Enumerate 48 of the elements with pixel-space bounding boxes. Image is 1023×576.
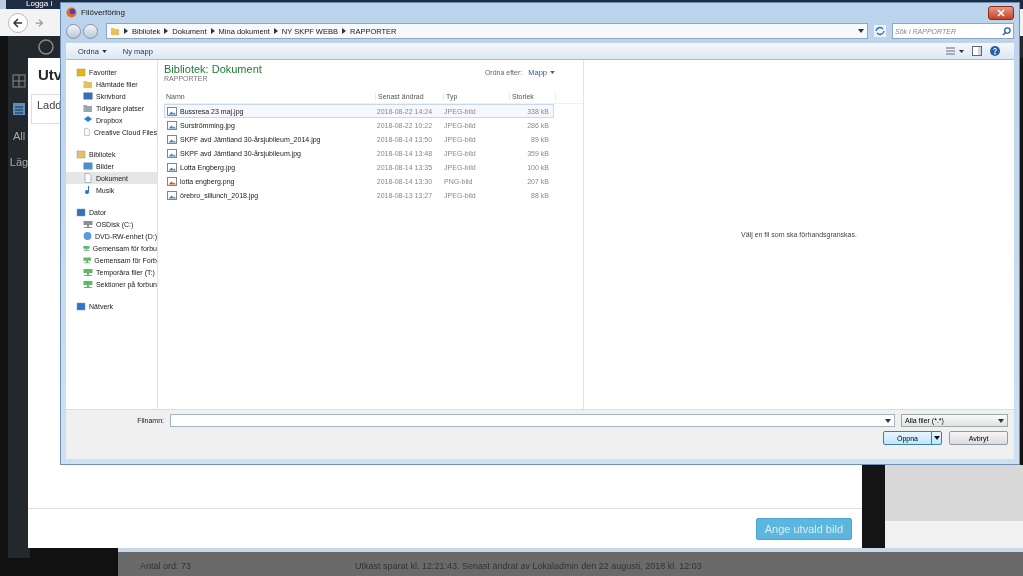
list-icon[interactable] [12, 102, 26, 116]
drive-icon [83, 219, 93, 229]
close-icon [996, 8, 1006, 17]
refresh-icon[interactable] [874, 25, 886, 37]
monitor-icon [83, 91, 93, 101]
network-drive-icon [83, 279, 93, 289]
library-title: Bibliotek: Dokument [164, 63, 263, 75]
dropbox-icon [83, 115, 93, 125]
chevron-icon[interactable] [124, 28, 128, 34]
logo-icon[interactable] [38, 39, 54, 55]
preview-pane-icon[interactable] [972, 46, 982, 56]
caret-icon [550, 71, 555, 74]
image-file-icon [167, 190, 177, 200]
sidebar-item[interactable]: Läg [9, 156, 29, 168]
search-icon [1002, 26, 1011, 36]
chevron-icon[interactable] [341, 28, 346, 34]
caret-icon[interactable] [858, 29, 864, 33]
network-drive-icon [83, 255, 92, 265]
caret-icon[interactable] [885, 418, 891, 423]
close-button[interactable] [988, 5, 1014, 20]
image-file-icon [167, 176, 177, 186]
arrow-left-icon [12, 16, 24, 29]
grid-icon[interactable] [12, 74, 26, 88]
chevron-icon[interactable] [164, 28, 169, 34]
sidebar-item[interactable]: All [12, 130, 26, 142]
help-icon[interactable] [990, 46, 1000, 56]
network-drive-icon [83, 267, 93, 277]
view-icon[interactable] [946, 46, 964, 56]
caret-icon [101, 49, 107, 53]
caret-icon[interactable] [933, 436, 940, 440]
image-file-icon [167, 162, 177, 172]
chevron-icon[interactable] [210, 28, 215, 34]
window-title: Filöverföring [81, 8, 125, 17]
caret-icon [998, 418, 1004, 423]
network-drive-icon [83, 243, 90, 253]
file-icon [83, 173, 93, 183]
image-file-icon [167, 120, 177, 130]
image-file-icon [167, 134, 177, 144]
image-file-icon [167, 148, 177, 158]
modal-heading: Utv [38, 66, 63, 83]
back-button[interactable] [8, 12, 28, 33]
filename-field[interactable] [170, 414, 895, 427]
chevron-icon[interactable] [273, 28, 278, 34]
image-file-icon [167, 106, 177, 116]
disc-icon [83, 231, 92, 241]
browser-tab[interactable]: Logga i [26, 0, 53, 8]
browser-logo-icon [66, 7, 77, 18]
file-icon [83, 127, 91, 137]
